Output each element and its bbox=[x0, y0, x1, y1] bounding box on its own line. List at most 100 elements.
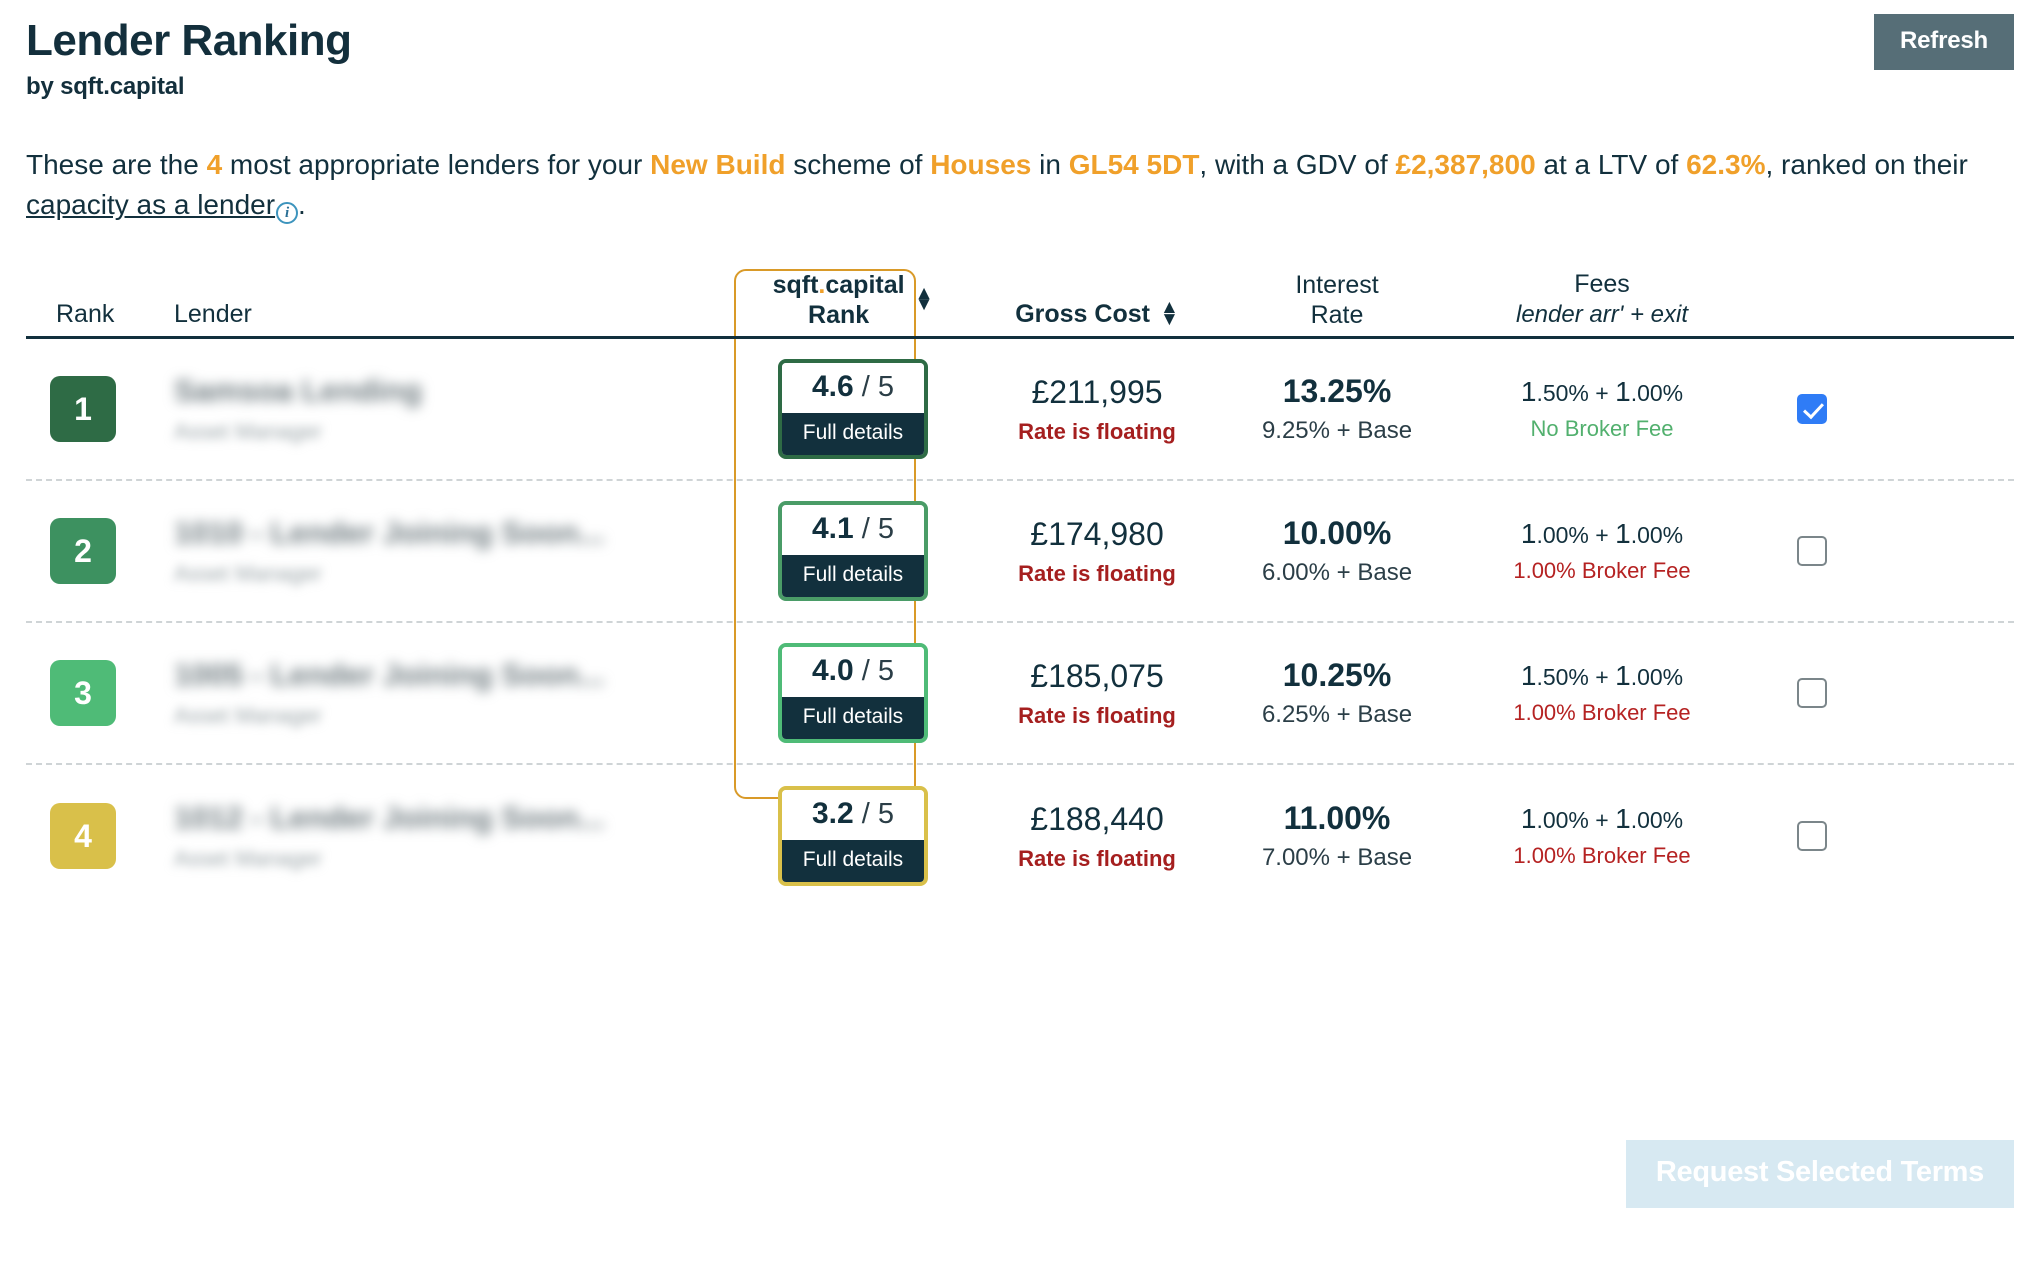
lender-ranking-page: Lender Ranking by sqft.capital Refresh T… bbox=[0, 0, 2040, 1266]
rank-badge: 1 bbox=[50, 376, 116, 443]
select-lender-checkbox[interactable] bbox=[1797, 821, 1827, 852]
select-cell bbox=[1752, 536, 1872, 567]
score-value: 4.6 bbox=[811, 370, 854, 404]
score-value: 3.2 bbox=[811, 797, 854, 831]
column-header-fees: Fees lender arr' + exit bbox=[1452, 269, 1752, 330]
score-value: 4.0 bbox=[811, 654, 854, 688]
gross-cost-note: Rate is floating bbox=[1018, 845, 1176, 871]
page-title: Lender Ranking bbox=[26, 16, 352, 65]
gross-cost-value: £188,440 bbox=[1030, 800, 1164, 837]
broker-fee-note: 1.00% Broker Fee bbox=[1513, 558, 1691, 584]
table-row: 2 1010 - Lender Joining Soon... Asset Ma… bbox=[26, 481, 2014, 624]
score-value-row: 4.1 / 5 bbox=[782, 505, 924, 556]
interest-rate-value: 13.25% bbox=[1282, 373, 1392, 410]
intro-text-8: . bbox=[298, 189, 306, 221]
gross-cost-value: £185,075 bbox=[1030, 657, 1164, 694]
fee-arr-dec: .00% bbox=[1536, 807, 1589, 834]
lender-subtitle: Asset Manager bbox=[174, 419, 322, 445]
interest-rate-note: 7.00% + Base bbox=[1261, 844, 1413, 872]
fee-exit-dec: .00% bbox=[1630, 664, 1684, 691]
fees-value: 1.00% + 1.00% bbox=[1452, 803, 1752, 835]
table-row: 4 1012 - Lender Joining Soon... Asset Ma… bbox=[26, 765, 2014, 907]
lender-subtitle: Asset Manager bbox=[174, 703, 322, 729]
gross-cost-cell: £188,440 Rate is floating bbox=[972, 801, 1222, 872]
column-header-gross-cost: Gross Cost ▲ ▼ bbox=[972, 298, 1222, 330]
info-icon[interactable]: i bbox=[276, 202, 299, 225]
score-box[interactable]: 4.1 / 5 Full details bbox=[778, 501, 928, 602]
table-header-row: Rank Lender sqft.capital Rank ▲ ▼ Gross … bbox=[26, 269, 2014, 340]
fees-cell: 1.00% + 1.00% 1.00% Broker Fee bbox=[1452, 803, 1752, 869]
gross-cost-note: Rate is floating bbox=[1018, 418, 1176, 444]
fee-plus: + bbox=[1588, 380, 1616, 407]
interest-rate-value: 10.25% bbox=[1282, 657, 1392, 694]
score-value-row: 4.6 / 5 bbox=[782, 363, 924, 414]
score-box[interactable]: 4.0 / 5 Full details bbox=[778, 643, 928, 744]
intro-text-6: at a LTV of bbox=[1535, 149, 1687, 181]
gross-cost-value: £174,980 bbox=[1030, 515, 1164, 552]
interest-rate-note: 6.25% + Base bbox=[1261, 701, 1413, 729]
select-lender-checkbox[interactable] bbox=[1797, 394, 1827, 425]
fee-arr-dec: .50% bbox=[1536, 664, 1589, 691]
interest-rate-note: 9.25% + Base bbox=[1261, 417, 1413, 445]
lender-cell: 1010 - Lender Joining Soon... Asset Mana… bbox=[174, 515, 734, 587]
gross-cost-cell: £185,075 Rate is floating bbox=[972, 658, 1222, 729]
fee-exit-int: 1 bbox=[1615, 518, 1631, 550]
score-max: / 5 bbox=[861, 513, 895, 546]
summary-paragraph: These are the 4 most appropriate lenders… bbox=[26, 145, 2014, 225]
full-details-button[interactable]: Full details bbox=[782, 697, 924, 740]
table-row: 3 1005 - Lender Joining Soon... Asset Ma… bbox=[26, 623, 2014, 766]
lender-subtitle: Asset Manager bbox=[174, 561, 322, 587]
request-selected-terms-button[interactable]: Request Selected Terms bbox=[1625, 1140, 2014, 1208]
score-cell: 3.2 / 5 Full details bbox=[734, 786, 972, 887]
lender-cell: Samsoa Lending Asset Manager bbox=[174, 373, 734, 445]
sort-down-glyph: ▼ bbox=[914, 294, 934, 316]
table-row: 1 Samsoa Lending Asset Manager 4.6 / 5 F… bbox=[26, 339, 2014, 482]
fee-exit-int: 1 bbox=[1615, 660, 1631, 692]
property-type: Houses bbox=[930, 149, 1032, 181]
score-max: / 5 bbox=[861, 655, 895, 688]
intro-text-3: scheme of bbox=[785, 149, 931, 181]
score-value-row: 4.0 / 5 bbox=[782, 647, 924, 698]
select-lender-checkbox[interactable] bbox=[1797, 536, 1827, 567]
rank-badge: 3 bbox=[50, 660, 116, 727]
gross-cost-label: Gross Cost bbox=[1015, 300, 1150, 329]
fee-exit-int: 1 bbox=[1615, 376, 1631, 408]
fees-cell: 1.00% + 1.00% 1.00% Broker Fee bbox=[1452, 518, 1752, 584]
sort-sqft-rank-icon[interactable]: ▲ ▼ bbox=[914, 284, 934, 316]
score-max: / 5 bbox=[861, 371, 895, 404]
score-box[interactable]: 4.6 / 5 Full details bbox=[778, 359, 928, 460]
full-details-button[interactable]: Full details bbox=[782, 413, 924, 456]
fees-value: 1.50% + 1.00% bbox=[1452, 660, 1752, 692]
intro-text-4: in bbox=[1031, 149, 1069, 181]
fees-label: Fees bbox=[1574, 270, 1630, 299]
interest-rate-note: 6.00% + Base bbox=[1261, 559, 1413, 587]
broker-fee-note: 1.00% Broker Fee bbox=[1513, 700, 1691, 726]
refresh-button[interactable]: Refresh bbox=[1874, 14, 2014, 70]
score-cell: 4.0 / 5 Full details bbox=[734, 643, 972, 744]
footer-actions: Request Selected Terms bbox=[1625, 1140, 2014, 1208]
sort-gross-cost-icon[interactable]: ▲ ▼ bbox=[1160, 298, 1179, 328]
lender-cell: 1005 - Lender Joining Soon... Asset Mana… bbox=[174, 657, 734, 729]
page-subtitle: by sqft.capital bbox=[26, 73, 185, 101]
interest-rate-value: 11.00% bbox=[1283, 800, 1391, 837]
score-value: 4.1 bbox=[811, 512, 854, 546]
full-details-button[interactable]: Full details bbox=[782, 840, 924, 883]
fee-exit-int: 1 bbox=[1615, 803, 1631, 835]
capital-word: capital bbox=[825, 271, 905, 300]
rank-word: Rank bbox=[808, 301, 870, 330]
gross-cost-note: Rate is floating bbox=[1018, 560, 1176, 586]
column-header-rank: Rank bbox=[56, 300, 115, 329]
fees-cell: 1.50% + 1.00% 1.00% Broker Fee bbox=[1452, 660, 1752, 726]
score-box[interactable]: 3.2 / 5 Full details bbox=[778, 786, 928, 887]
fees-value: 1.00% + 1.00% bbox=[1452, 518, 1752, 550]
fee-arr-int: 1 bbox=[1520, 518, 1537, 550]
select-lender-checkbox[interactable] bbox=[1797, 678, 1827, 709]
full-details-button[interactable]: Full details bbox=[782, 555, 924, 598]
capacity-as-a-lender-link[interactable]: capacity as a lender bbox=[26, 189, 275, 220]
score-value-row: 3.2 / 5 bbox=[782, 790, 924, 841]
intro-text-5: , with a GDV of bbox=[1199, 149, 1396, 181]
broker-fee-note: No Broker Fee bbox=[1530, 416, 1674, 442]
lender-name: 1012 - Lender Joining Soon... bbox=[174, 800, 605, 836]
gross-cost-cell: £211,995 Rate is floating bbox=[972, 374, 1222, 445]
lender-ranking-table: Rank Lender sqft.capital Rank ▲ ▼ Gross … bbox=[26, 269, 2014, 907]
